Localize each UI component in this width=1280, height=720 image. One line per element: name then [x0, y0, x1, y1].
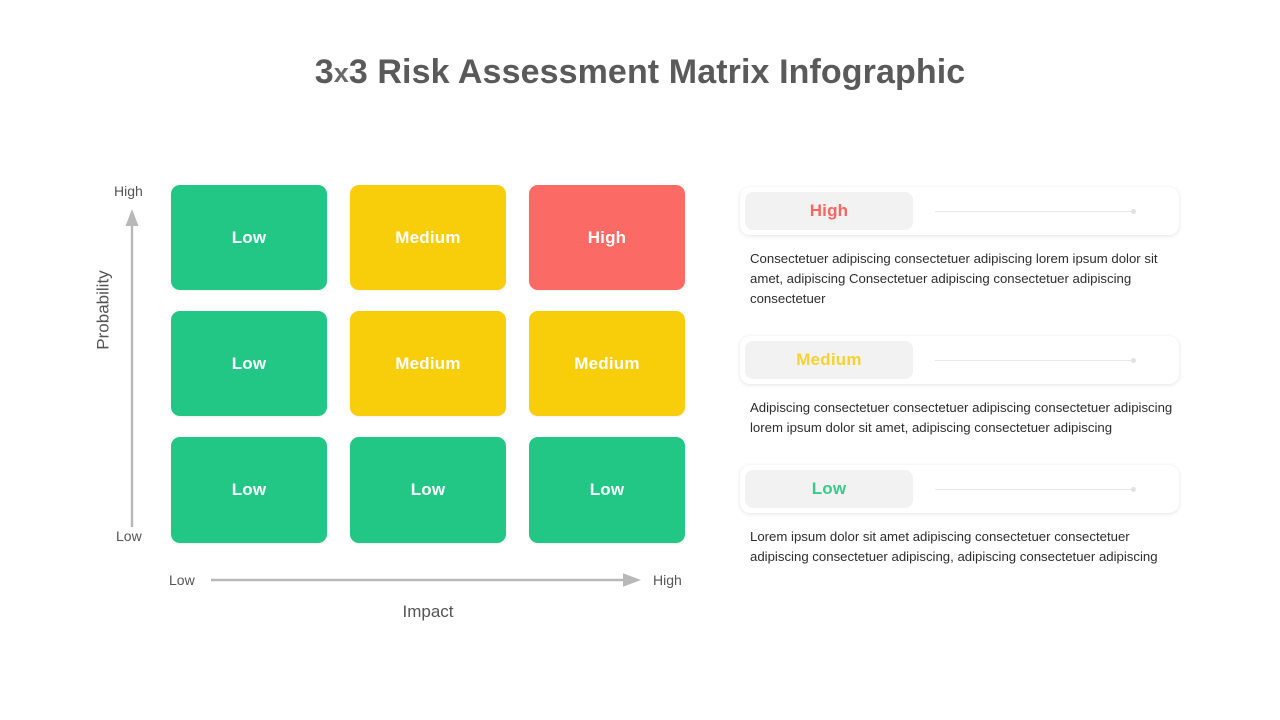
legend-card[interactable]: High — [740, 187, 1179, 235]
matrix-cell[interactable]: Low — [171, 437, 327, 543]
legend-group-medium: Medium Adipiscing consectetuer consectet… — [740, 336, 1180, 438]
legend-panel: High Consectetuer adipiscing consectetue… — [740, 187, 1180, 567]
legend-pill-low[interactable]: Low — [745, 470, 913, 508]
matrix-cell-label: High — [587, 227, 627, 247]
matrix-cell[interactable]: Low — [350, 437, 506, 543]
matrix-cell[interactable]: Low — [171, 185, 327, 290]
legend-label: Low — [811, 479, 847, 498]
legend-description: Adipiscing consectetuer consectetuer adi… — [750, 400, 1173, 435]
y-axis-arrow-icon — [124, 207, 140, 527]
legend-endpoint-dot-icon — [1131, 486, 1136, 492]
matrix-cell-label: Medium — [395, 227, 461, 247]
legend-line-wrap — [913, 341, 1174, 379]
slide-canvas: 3x3 Risk Assessment Matrix Infographic P… — [0, 0, 1280, 720]
legend-divider-line — [935, 486, 1136, 492]
legend-description: Lorem ipsum dolor sit amet adipiscing co… — [750, 529, 1158, 564]
legend-divider-line — [935, 208, 1136, 214]
matrix-cell-label: Low — [231, 227, 267, 247]
y-axis-low-label: Low — [116, 528, 142, 544]
x-axis-arrow-icon — [211, 572, 643, 588]
matrix-cell-label: Low — [589, 480, 625, 499]
risk-matrix-grid: Low Medium High Low Medium Medium Low Lo… — [171, 185, 685, 544]
matrix-cell[interactable]: Low — [171, 311, 327, 416]
matrix-cell-label: Low — [410, 480, 446, 499]
y-axis-high-label: High — [114, 183, 143, 199]
legend-label: Medium — [796, 350, 862, 369]
legend-pill-high[interactable]: High — [745, 192, 913, 230]
matrix-cell-label: Low — [231, 353, 267, 373]
legend-endpoint-dot-icon — [1131, 208, 1136, 214]
legend-pill-medium[interactable]: Medium — [745, 341, 913, 379]
risk-matrix-block: Probability High Low Low High Impact Low… — [0, 0, 720, 720]
x-axis-high-label: High — [653, 572, 682, 588]
matrix-cell[interactable]: Medium — [350, 311, 506, 416]
matrix-cell-label: Medium — [395, 353, 461, 373]
matrix-cell[interactable]: High — [529, 185, 685, 290]
x-axis-low-label: Low — [169, 572, 195, 588]
legend-line-wrap — [913, 192, 1174, 230]
matrix-cell[interactable]: Low — [529, 437, 685, 543]
legend-label: High — [809, 201, 849, 220]
matrix-cell-label: Low — [231, 480, 267, 499]
matrix-cell[interactable]: Medium — [529, 311, 685, 416]
legend-divider-line — [935, 357, 1136, 363]
x-axis-title: Impact — [402, 602, 454, 621]
legend-endpoint-dot-icon — [1131, 357, 1136, 363]
matrix-cell[interactable]: Medium — [350, 185, 506, 290]
matrix-cell-label: Medium — [574, 353, 640, 373]
legend-card[interactable]: Low — [740, 465, 1179, 513]
legend-group-low: Low Lorem ipsum dolor sit amet adipiscin… — [740, 465, 1180, 567]
y-axis-title: Probability — [93, 270, 113, 350]
legend-description: Consectetuer adipiscing consectetuer adi… — [750, 251, 1158, 306]
legend-group-high: High Consectetuer adipiscing consectetue… — [740, 187, 1180, 309]
legend-card[interactable]: Medium — [740, 336, 1179, 384]
legend-line-wrap — [913, 470, 1174, 508]
